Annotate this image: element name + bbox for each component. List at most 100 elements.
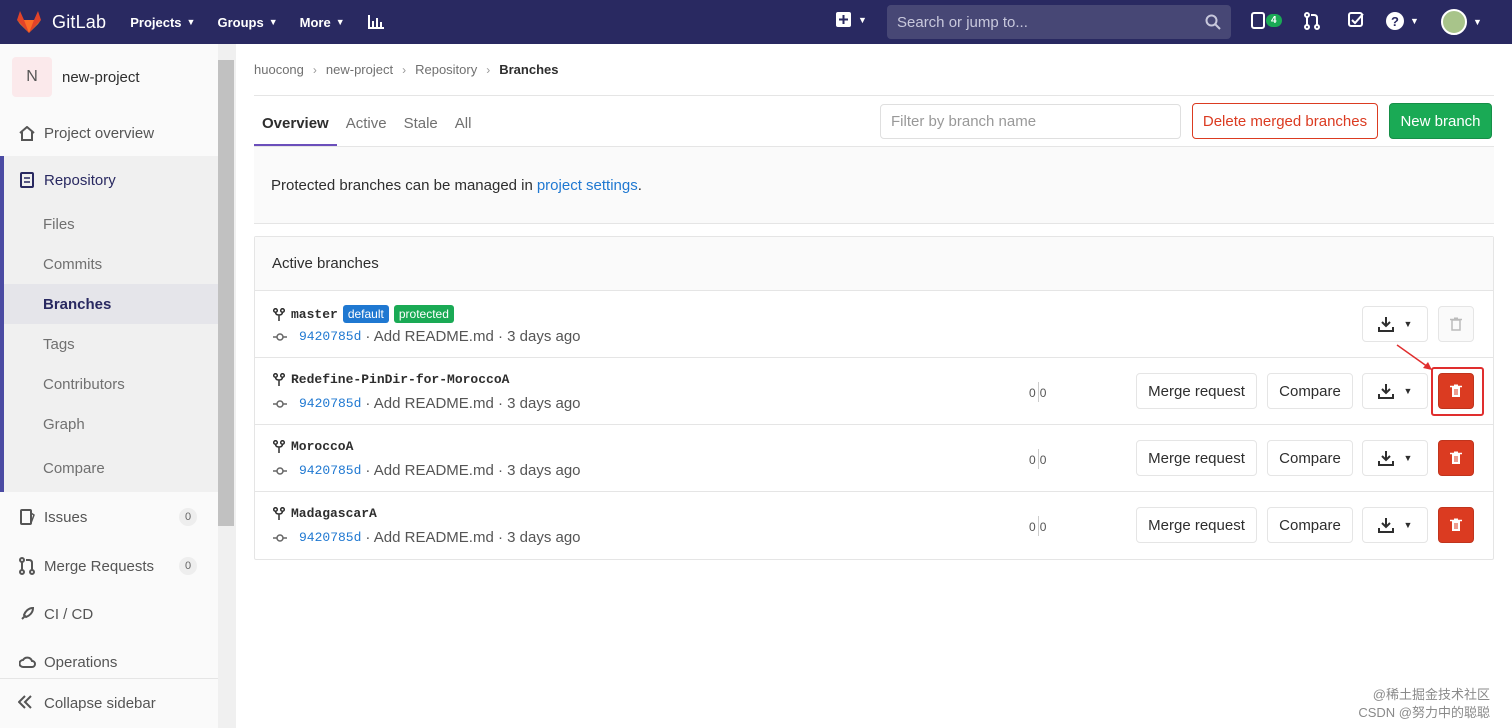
tab-overview[interactable]: Overview [254,115,337,146]
sidebar-subitem-tags[interactable]: Tags [4,324,235,364]
download-dropdown-button[interactable]: ▼ [1362,373,1428,409]
delete-branch-button[interactable] [1438,507,1474,543]
project-settings-link[interactable]: project settings [537,177,638,194]
annotation-highlight-box [1431,367,1484,416]
ahead-count: 0 [1039,453,1047,467]
compare-button[interactable]: Compare [1267,507,1353,543]
branch-row-moroccoa: MoroccoA 9420785d · Add README.md · 3 da… [255,425,1493,492]
todo-icon [1251,12,1265,29]
chevron-down-icon: ▼ [1403,386,1413,396]
sidebar-subitem-contributors[interactable]: Contributors [4,364,235,404]
delete-branch-button-disabled[interactable] [1438,306,1474,342]
merge-requests-nav-button[interactable] [1304,12,1320,30]
branch-name[interactable]: MadagascarA [291,506,377,521]
search-input[interactable] [897,13,1197,31]
breadcrumb-item-project[interactable]: new-project [326,62,393,77]
merge-request-button[interactable]: Merge request [1136,507,1257,543]
compare-button[interactable]: Compare [1267,440,1353,476]
breadcrumb-item-repository[interactable]: Repository [415,62,477,77]
sidebar-scrollbar-thumb[interactable] [218,60,234,526]
commit-message: · Add README.md · 3 days ago [365,328,581,345]
collapse-sidebar-button[interactable]: Collapse sidebar [0,678,218,728]
delete-merged-branches-button[interactable]: Delete merged branches [1192,103,1378,139]
sidebar-subitem-graph[interactable]: Graph [4,404,235,444]
commit-icon [273,466,287,475]
sidebar-subitem-files[interactable]: Files [4,204,235,244]
svg-text:?: ? [1391,14,1399,29]
download-dropdown-button[interactable]: ▼ [1362,507,1428,543]
gitlab-tanuki-icon [17,11,41,33]
chevron-down-icon: ▼ [858,14,867,25]
sidebar-subitem-compare[interactable]: Compare [4,444,235,492]
trash-icon [1450,317,1462,331]
branch-name[interactable]: Redefine-PinDir-for-MoroccoA [291,372,509,387]
nav-projects[interactable]: Projects ▼ [130,15,195,30]
issues-nav-button[interactable] [1348,12,1364,28]
sidebar-item-project-overview[interactable]: Project overview [0,110,235,156]
divergence-graph: 00 [1029,449,1047,469]
commit-sha-link[interactable]: 9420785d [299,530,361,545]
commit-sha-link[interactable]: 9420785d [299,463,361,478]
commit-icon [273,399,287,408]
sidebar-subitem-branches[interactable]: Branches [4,284,235,324]
commit-message: · Add README.md · 3 days ago [365,395,581,412]
commit-sha-link[interactable]: 9420785d [299,329,361,344]
chevron-right-icon: › [486,62,491,77]
nav-more[interactable]: More ▼ [300,15,345,30]
merge-request-button[interactable]: Merge request [1136,440,1257,476]
tab-stale[interactable]: Stale [396,115,446,146]
download-dropdown-button[interactable]: ▼ [1362,440,1428,476]
sidebar-subitem-commits[interactable]: Commits [4,244,235,284]
download-dropdown-button[interactable]: ▼ [1362,306,1428,342]
commit-sha-link[interactable]: 9420785d [299,396,361,411]
branch-name[interactable]: master [291,307,338,322]
default-badge: default [342,305,389,323]
commit-icon [273,332,287,341]
sidebar-item-merge-requests[interactable]: Merge Requests 0 [0,542,235,590]
chevron-down-icon: ▼ [1473,17,1482,27]
sidebar-item-issues[interactable]: Issues 0 [0,492,235,542]
branch-name[interactable]: MoroccoA [291,439,353,454]
chevron-right-icon: › [402,62,407,77]
new-branch-button[interactable]: New branch [1389,103,1492,139]
watermark-line-1: @稀土掘金技术社区 [1372,687,1490,702]
breadcrumb-item-group[interactable]: huocong [254,62,304,77]
sidebar-project-header[interactable]: N new-project [0,44,235,110]
user-menu[interactable]: ▼ [1441,9,1482,35]
delete-branch-button[interactable] [1438,440,1474,476]
search-box[interactable] [887,5,1231,39]
sidebar-item-repository[interactable]: Repository [4,156,235,204]
tab-active[interactable]: Active [338,115,395,146]
sidebar-item-label: Repository [44,171,116,189]
todos-button[interactable]: 4 [1251,12,1282,29]
download-icon [1377,518,1394,533]
activity-chart-icon[interactable] [367,14,385,30]
breadcrumb: huocong › new-project › Repository › Bra… [254,44,1494,96]
chevron-down-icon: ▼ [1410,16,1419,26]
commit-message: · Add README.md · 3 days ago [365,462,581,479]
merge-request-icon [1304,12,1320,30]
chevron-down-icon: ▼ [335,17,345,27]
trash-icon [1450,518,1462,531]
watermark-line-2: CSDN @努力中的聪聪 [1358,705,1490,720]
nav-groups[interactable]: Groups ▼ [217,15,277,30]
behind-count: 0 [1029,520,1036,534]
collapse-sidebar-label: Collapse sidebar [44,695,156,712]
tab-all[interactable]: All [447,115,480,146]
gitlab-logo[interactable]: GitLab [16,10,106,34]
sidebar-item-cicd[interactable]: CI / CD [0,590,235,638]
commit-icon [273,533,287,542]
chevron-down-icon: ▼ [1403,453,1413,463]
compare-button[interactable]: Compare [1267,373,1353,409]
merge-requests-count-badge: 0 [179,557,197,575]
branch-filter-input[interactable] [880,104,1181,139]
chevron-down-icon: ▼ [1403,319,1413,329]
help-dropdown[interactable]: ? ▼ [1386,12,1419,30]
breadcrumb-item-branches[interactable]: Branches [499,62,558,77]
branch-icon [273,507,285,520]
ahead-count: 0 [1039,520,1047,534]
annotation-arrow [1396,344,1432,370]
merge-request-button[interactable]: Merge request [1136,373,1257,409]
new-dropdown-button[interactable]: ▼ [836,12,867,27]
issues-count-badge: 0 [179,508,197,526]
